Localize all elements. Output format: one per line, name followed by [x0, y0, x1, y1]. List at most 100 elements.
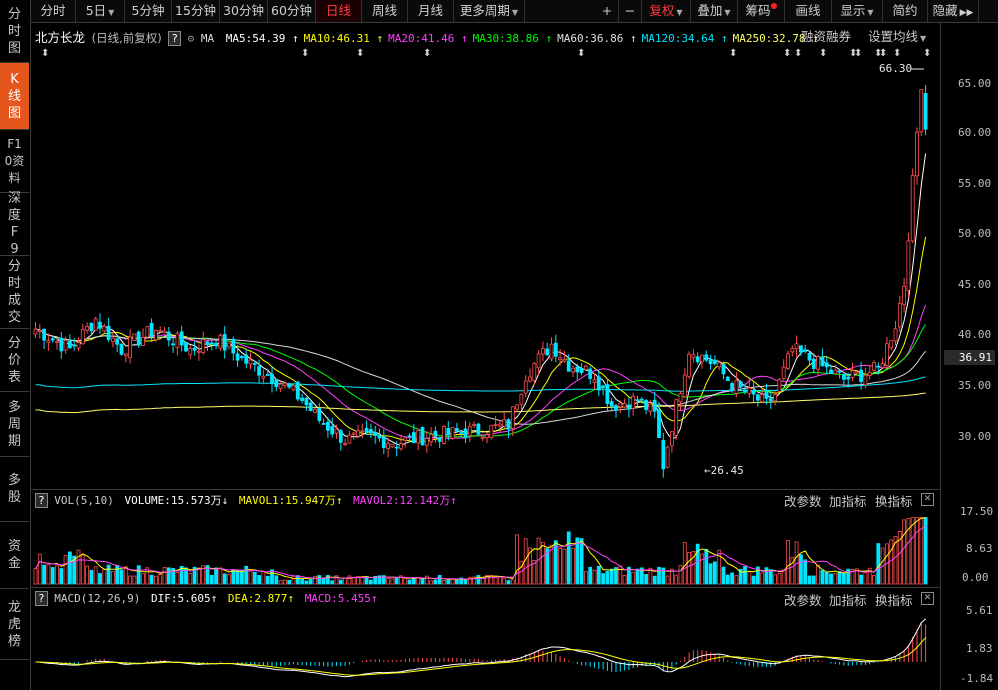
- sidebar-item-trades[interactable]: 分时成交: [0, 256, 29, 329]
- sidebar-item-label: 龙虎榜: [7, 599, 21, 649]
- candle-body: [536, 353, 541, 369]
- volume-bar: [351, 576, 356, 585]
- hide-button[interactable]: 隐藏 ▶▶: [928, 0, 979, 22]
- macd-add-indicator-button[interactable]: 加指标: [829, 590, 867, 609]
- candle-body: [467, 426, 472, 436]
- volume-bar: [231, 569, 236, 585]
- candle-body: [592, 379, 597, 383]
- candle-body: [605, 384, 610, 405]
- zoom-out-button[interactable]: −: [619, 0, 642, 22]
- chevron-down-icon: ▼: [724, 8, 731, 17]
- candle-body: [106, 325, 111, 340]
- candle-body: [566, 360, 571, 372]
- price-axis-label: 50.00: [958, 227, 992, 240]
- candle-body: [506, 419, 511, 430]
- sidebar-item-funds[interactable]: 资金: [0, 522, 29, 589]
- volume-bar: [799, 554, 803, 585]
- dea-value: DEA:2.877: [227, 592, 288, 605]
- margin-trading-link[interactable]: 融资融券: [801, 26, 851, 45]
- volume-bar: [605, 570, 610, 585]
- macd-switch-indicator-button[interactable]: 换指标: [875, 590, 913, 609]
- candle-body: [450, 426, 455, 439]
- tab-more-periods[interactable]: 更多周期 ▼: [454, 0, 525, 22]
- sidebar-item-multi-stock[interactable]: 多股: [0, 457, 29, 522]
- candle-body: [330, 426, 335, 435]
- candle-body: [111, 337, 115, 342]
- volume-bar: [158, 574, 163, 585]
- chevron-down-icon: ▼: [676, 8, 683, 17]
- volume-bar: [136, 565, 141, 585]
- tab-daily[interactable]: 日线: [316, 0, 362, 22]
- volume-bar: [446, 579, 451, 585]
- candle-body: [635, 399, 640, 402]
- volume-bar: [571, 548, 575, 585]
- volume-bar: [89, 569, 94, 585]
- tab-5min[interactable]: 5分钟: [125, 0, 172, 22]
- candle-body: [794, 343, 799, 350]
- volume-bar: [811, 575, 816, 585]
- candle-body: [115, 338, 120, 345]
- vol-change-params-button[interactable]: 改参数: [784, 491, 822, 510]
- sidebar-item-price-table[interactable]: 分价表: [0, 329, 29, 392]
- candle-body: [252, 363, 257, 365]
- candle-body: [381, 436, 386, 448]
- sidebar-item-multi-period[interactable]: 多周期: [0, 392, 29, 457]
- display-button[interactable]: 显示 ▼: [832, 0, 883, 22]
- chips-button[interactable]: 筹码: [738, 0, 785, 22]
- volume-bar: [609, 568, 614, 585]
- volume-bar: [244, 565, 249, 585]
- volume-bar: [915, 517, 919, 585]
- candle-body: [235, 353, 240, 361]
- candle-body: [515, 404, 520, 410]
- candle-body: [627, 404, 631, 410]
- event-marker-icon: ⬍: [923, 48, 931, 59]
- volume-bar: [889, 539, 894, 585]
- close-icon[interactable]: ✕: [921, 592, 934, 605]
- sidebar-item-f10[interactable]: F10资料: [0, 130, 29, 193]
- candle-body: [902, 286, 906, 306]
- help-icon[interactable]: ?: [35, 591, 48, 606]
- candle-body: [136, 331, 141, 346]
- volume-bar: [622, 575, 627, 585]
- volume-bar: [652, 575, 657, 585]
- tab-30min[interactable]: 30分钟: [220, 0, 268, 22]
- candle-body: [179, 331, 184, 346]
- sidebar-item-intraday[interactable]: 分时图: [0, 0, 29, 63]
- draw-button[interactable]: 画线: [785, 0, 832, 22]
- overlay-button[interactable]: 叠加 ▼: [691, 0, 738, 22]
- tab-60min[interactable]: 60分钟: [268, 0, 316, 22]
- candle-body: [743, 389, 747, 393]
- candle-body: [399, 443, 403, 449]
- candle-body: [480, 437, 485, 439]
- sidebar-item-depth[interactable]: 深度F9: [0, 191, 29, 257]
- candle-body: [760, 394, 765, 403]
- candle-body: [820, 356, 825, 367]
- volume-bar: [644, 574, 648, 585]
- close-icon[interactable]: ✕: [921, 493, 934, 506]
- zoom-in-button[interactable]: +: [596, 0, 619, 22]
- tab-intraday[interactable]: 分时: [31, 0, 76, 22]
- volume-bar: [562, 548, 567, 585]
- sidebar-item-label: 深度F9: [7, 191, 21, 257]
- simple-button[interactable]: 简约: [883, 0, 928, 22]
- volume-bar: [291, 575, 296, 585]
- sidebar-item-dragon-tiger[interactable]: 龙虎榜: [0, 589, 29, 660]
- tab-weekly[interactable]: 周线: [362, 0, 408, 22]
- volume-bar: [429, 580, 434, 585]
- macd-value: MACD:5.455: [304, 592, 371, 605]
- sidebar-item-label: 多股: [7, 473, 21, 505]
- volume-bar: [824, 571, 829, 585]
- tab-5day[interactable]: 5日 ▼: [76, 0, 125, 22]
- candle-body: [278, 383, 283, 389]
- volume-bar: [674, 574, 679, 585]
- tab-monthly[interactable]: 月线: [408, 0, 454, 22]
- vol-switch-indicator-button[interactable]: 换指标: [875, 491, 913, 510]
- vol-add-indicator-button[interactable]: 加指标: [829, 491, 867, 510]
- candle-body: [781, 366, 786, 379]
- tab-15min[interactable]: 15分钟: [172, 0, 220, 22]
- macd-change-params-button[interactable]: 改参数: [784, 590, 822, 609]
- help-icon[interactable]: ?: [35, 493, 48, 508]
- ma-settings-button[interactable]: 设置均线 ▼: [868, 26, 926, 45]
- adjust-button[interactable]: 复权 ▼: [642, 0, 691, 22]
- sidebar-item-kline[interactable]: K线图: [0, 63, 29, 130]
